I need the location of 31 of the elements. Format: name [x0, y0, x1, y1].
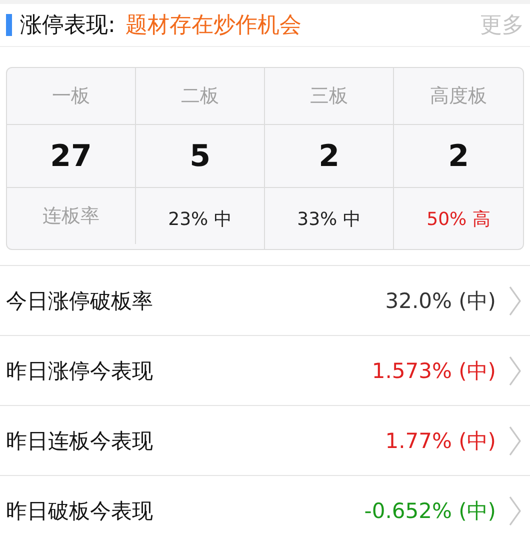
- column-header: 二板: [136, 68, 265, 125]
- metric-value: 32.0% (中): [385, 288, 496, 314]
- table-cell: 5: [136, 125, 265, 188]
- metric-value: -0.652% (中): [364, 498, 496, 524]
- metric-row[interactable]: 昨日破板今表现 -0.652% (中): [0, 475, 530, 534]
- metric-label: 今日涨停破板率: [6, 288, 154, 314]
- table-cell: 33% 中: [265, 188, 394, 249]
- column-header: 三板: [265, 68, 394, 125]
- column-header: 一板: [7, 68, 136, 125]
- metric-row[interactable]: 今日涨停破板率 32.0% (中): [0, 265, 530, 335]
- table-cell-text: 50% 高: [426, 208, 492, 232]
- chevron-icon: [508, 426, 522, 456]
- table-cell: 23% 中: [136, 188, 265, 249]
- metric-row[interactable]: 昨日涨停今表现 1.573% (中): [0, 335, 530, 405]
- metric-value: 1.573% (中): [372, 358, 496, 384]
- accent-bar: [6, 14, 12, 36]
- table-cell: 27: [7, 125, 136, 188]
- metric-label: 昨日连板今表现: [6, 428, 154, 454]
- chevron-icon: [508, 496, 522, 526]
- metric-row[interactable]: 昨日连板今表现 1.77% (中): [0, 405, 530, 475]
- metric-value: 1.77% (中): [385, 428, 496, 454]
- chevron-icon: [508, 356, 522, 386]
- row-header: 连板率: [7, 188, 136, 244]
- column-header: 高度板: [394, 68, 523, 125]
- section-title: 涨停表现:: [20, 12, 116, 40]
- metric-label: 昨日破板今表现: [6, 498, 154, 524]
- table-cell: 2: [394, 125, 523, 188]
- metric-label: 昨日涨停今表现: [6, 358, 154, 384]
- chevron-icon: [508, 286, 522, 316]
- section-subtitle: 题材存在炒作机会: [125, 12, 302, 40]
- table-cell: 2: [265, 125, 394, 188]
